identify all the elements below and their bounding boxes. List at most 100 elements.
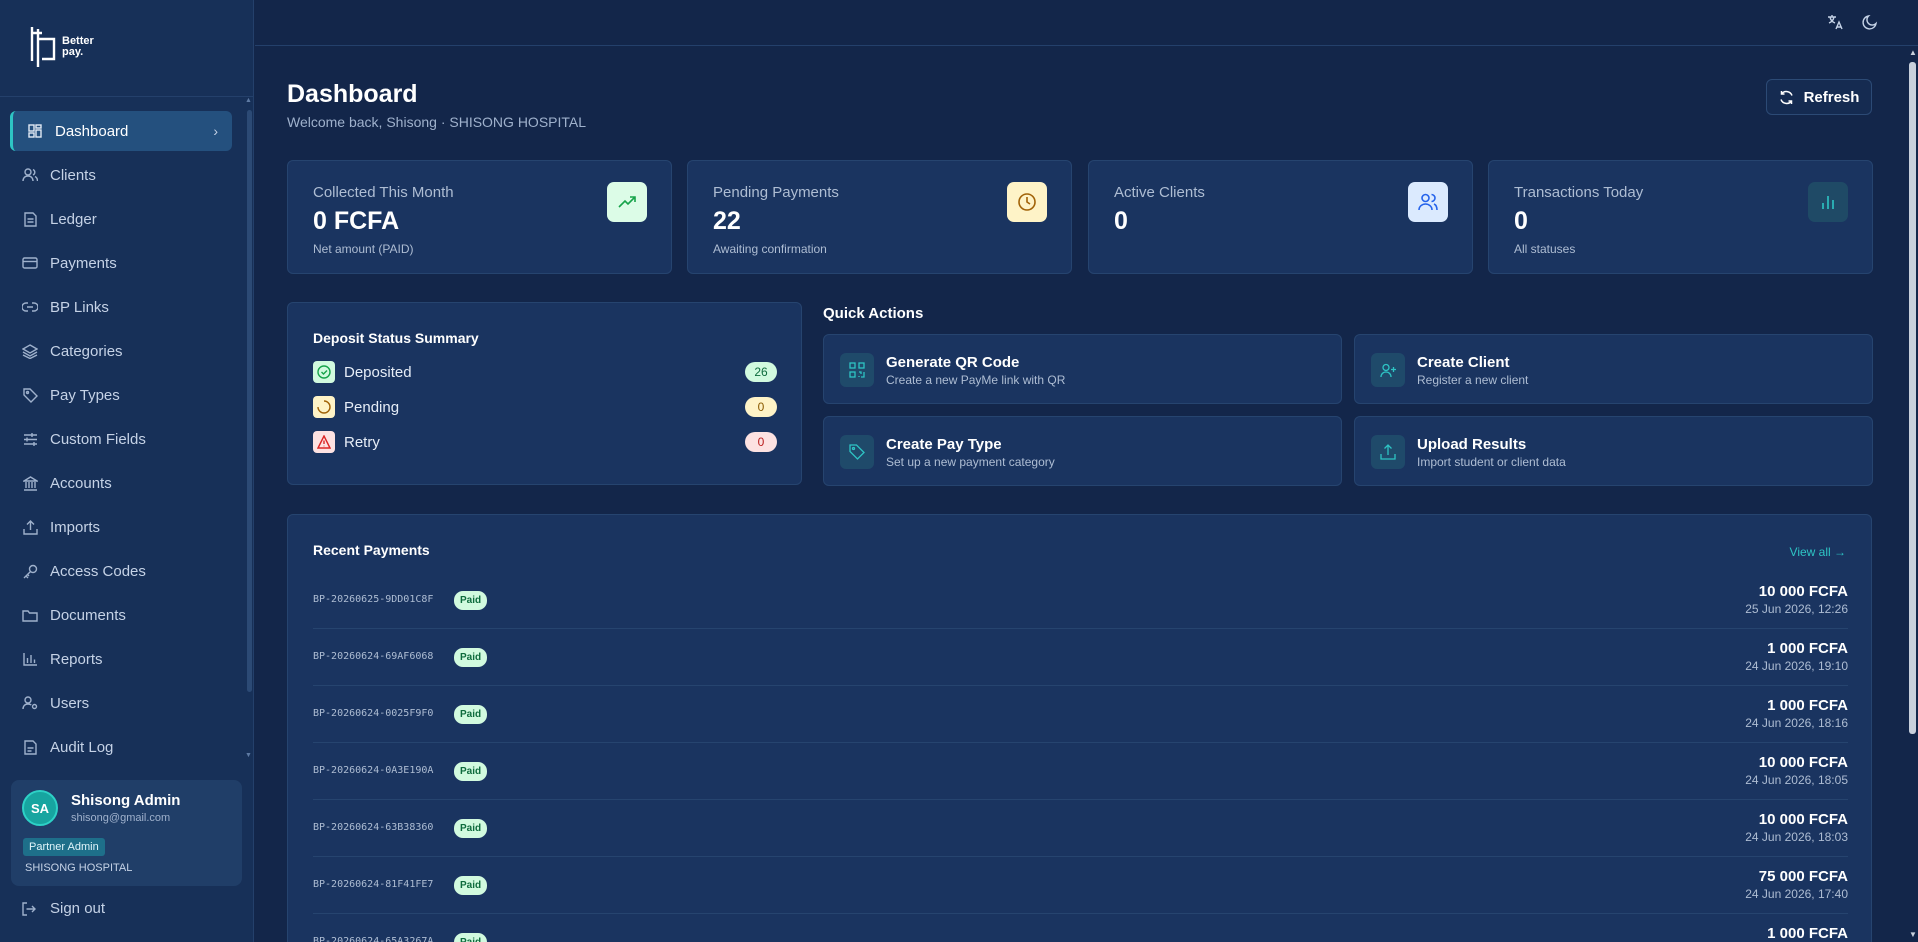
user-plus-icon [1371,353,1405,387]
user-cog-icon [22,695,38,711]
payment-date: 24 Jun 2026, 17:40 [1745,887,1848,901]
create-client-button[interactable]: Create Client Register a new client [1354,334,1873,404]
stat-label: Active Clients [1114,184,1205,201]
users-icon [22,167,38,183]
sidebar-item-reports[interactable]: Reports [10,639,232,679]
folder-icon [22,607,38,623]
quick-action-sub: Register a new client [1417,373,1529,387]
table-row[interactable]: BP-20260625-9DD01C8F Paid 10 000 FCFA 25… [313,572,1848,629]
quick-action-title: Create Client [1417,354,1510,371]
scroll-down-icon[interactable]: ▼ [1909,930,1917,939]
ledger-icon [22,211,38,227]
sidebar-item-label: Reports [50,650,103,668]
sidebar-item-dashboard[interactable]: Dashboard › [10,111,232,151]
stat-label: Pending Payments [713,184,839,201]
page-subtitle: Welcome back, Shisong · SHISONG HOSPITAL [287,114,587,130]
stat-label: Collected This Month [313,184,454,201]
main-scrollbar-thumb[interactable] [1909,62,1916,734]
sign-out-label: Sign out [50,900,106,917]
bank-icon [22,475,38,491]
sidebar-item-label: Accounts [50,474,112,492]
sidebar-divider [0,96,254,97]
deposit-status-card: Deposit Status Summary Deposited 26 Pend… [287,302,802,485]
moon-icon[interactable] [1861,13,1879,31]
table-row[interactable]: BP-20260624-69AF6068 Paid 1 000 FCFA 24 … [313,629,1848,686]
sidebar-item-users[interactable]: Users [10,683,232,723]
deposit-row-pending: Pending 0 [313,395,777,419]
quick-action-title: Create Pay Type [886,436,1002,453]
sidebar-item-label: Categories [50,342,123,360]
sidebar-item-documents[interactable]: Documents [10,595,232,635]
sidebar-item-bp-links[interactable]: BP Links [10,287,232,327]
quick-action-sub: Import student or client data [1417,455,1566,469]
credit-card-icon [22,255,38,271]
user-email: shisong@gmail.com [71,812,171,824]
table-row[interactable]: BP-20260624-63B38360 Paid 10 000 FCFA 24… [313,800,1848,857]
payment-amount: 1 000 FCFA [1767,640,1848,657]
payment-id: BP-20260624-81F41FE7 [313,879,434,890]
scroll-down-icon[interactable]: ▼ [245,752,252,759]
refresh-icon [1779,90,1793,104]
table-row[interactable]: BP-20260624-0025F9F0 Paid 1 000 FCFA 24 … [313,686,1848,743]
logo-text-line2: pay. [62,46,84,58]
bar-chart-icon [22,651,38,667]
table-row[interactable]: BP-20260624-81F41FE7 Paid 75 000 FCFA 24… [313,857,1848,914]
payment-id: BP-20260624-65A3267A [313,936,434,942]
payment-date: 24 Jun 2026, 18:05 [1745,773,1848,787]
sidebar-scrollbar[interactable] [247,110,252,692]
audit-log-icon [22,739,38,755]
status-badge: Paid [454,762,488,781]
quick-action-title: Generate QR Code [886,354,1020,371]
avatar: SA [22,790,58,826]
create-pay-type-button[interactable]: Create Pay Type Set up a new payment cat… [823,416,1342,486]
sidebar-item-ledger[interactable]: Ledger [10,199,232,239]
sidebar-item-categories[interactable]: Categories [10,331,232,371]
scroll-up-icon[interactable]: ▲ [1909,48,1917,57]
logo[interactable]: Better pay. [28,22,108,72]
deposit-count: 0 [745,432,777,452]
translate-icon[interactable] [1826,13,1844,31]
stat-sub: Awaiting confirmation [713,242,827,256]
payment-date: 24 Jun 2026, 18:03 [1745,830,1848,844]
sidebar-item-audit-log[interactable]: Audit Log [10,727,232,767]
quick-action-title: Upload Results [1417,436,1527,453]
payment-amount: 10 000 FCFA [1758,583,1848,600]
deposit-label: Pending [344,398,400,416]
check-circle-icon [313,361,335,383]
sidebar-item-accounts[interactable]: Accounts [10,463,232,503]
user-card[interactable]: SA Shisong Admin shisong@gmail.com Partn… [11,780,242,886]
status-badge: Paid [454,876,488,895]
sidebar-item-label: Imports [50,518,101,536]
sidebar-item-clients[interactable]: Clients [10,155,232,195]
payment-id: BP-20260624-0A3E190A [313,765,434,776]
upload-results-button[interactable]: Upload Results Import student or client … [1354,416,1873,486]
sidebar-item-label: Access Codes [50,562,146,580]
clock-icon [1007,182,1047,222]
table-row[interactable]: BP-20260624-65A3267A Paid 1 000 FCFA [313,914,1848,942]
sign-out-button[interactable]: Sign out [22,900,105,917]
sidebar-item-pay-types[interactable]: Pay Types [10,375,232,415]
view-all-link[interactable]: View all → [1790,545,1846,559]
stat-sub: All statuses [1514,242,1576,256]
sidebar-item-label: Documents [50,606,126,624]
stat-value: 0 [1514,207,1528,235]
role-badge: Partner Admin [23,838,105,856]
payment-amount: 10 000 FCFA [1758,754,1848,771]
key-icon [22,563,38,579]
sidebar-item-imports[interactable]: Imports [10,507,232,547]
recent-payments-card: Recent Payments View all → BP-20260625-9… [287,514,1872,942]
chevron-right-icon: › [213,123,218,139]
stat-value: 0 FCFA [313,207,400,235]
payment-date: 25 Jun 2026, 12:26 [1745,602,1848,616]
scroll-up-icon[interactable]: ▲ [245,97,252,104]
upload-icon [1371,435,1405,469]
sidebar-item-payments[interactable]: Payments [10,243,232,283]
table-row[interactable]: BP-20260624-0A3E190A Paid 10 000 FCFA 24… [313,743,1848,800]
sidebar-item-access-codes[interactable]: Access Codes [10,551,232,591]
link-icon [22,299,38,315]
sidebar-item-custom-fields[interactable]: Custom Fields [10,419,232,459]
generate-qr-button[interactable]: Generate QR Code Create a new PayMe link… [823,334,1342,404]
quick-actions-title: Quick Actions [823,305,924,322]
sliders-icon [22,431,38,447]
refresh-button[interactable]: Refresh [1766,79,1872,115]
